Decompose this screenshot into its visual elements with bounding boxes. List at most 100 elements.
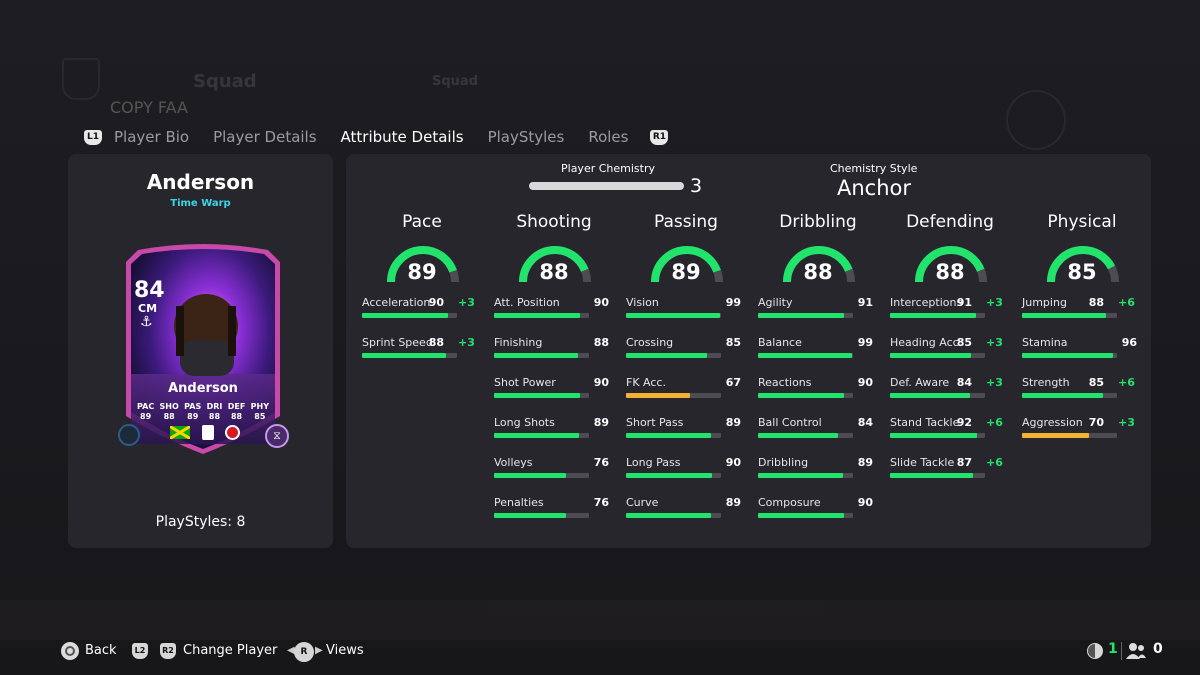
attribute-bar	[890, 433, 985, 438]
category-title: Dribbling	[779, 212, 857, 232]
attribute-value: 87	[956, 456, 972, 469]
attribute-name: Ball Control	[758, 416, 822, 429]
attribute-row: Reactions 90	[758, 376, 878, 400]
attribute-name: Acceleration	[362, 296, 431, 309]
attribute-name: Sprint Speed	[362, 336, 433, 349]
attribute-value: 91	[956, 296, 972, 309]
attribute-name: Volleys	[494, 456, 533, 469]
attribute-row: Heading Acc. 85 +3	[890, 336, 1010, 360]
attribute-bar	[1022, 433, 1117, 438]
attribute-value: 89	[725, 496, 741, 509]
back-button[interactable]: Back	[85, 643, 117, 658]
circle-button-icon[interactable]	[61, 642, 79, 660]
attribute-bar	[890, 473, 985, 478]
attribute-row: Def. Aware 84 +3	[890, 376, 1010, 400]
tab-roles[interactable]: Roles	[588, 128, 628, 146]
l2-button-icon[interactable]: L2	[132, 643, 148, 659]
attribute-value: 88	[1088, 296, 1104, 309]
attribute-name: Stamina	[1022, 336, 1068, 349]
views-button[interactable]: Views	[326, 643, 364, 658]
attribute-name: Crossing	[626, 336, 674, 349]
attribute-name: Interceptions	[890, 296, 963, 309]
attribute-bar-fill	[626, 313, 721, 318]
attribute-value: 89	[593, 416, 609, 429]
attribute-bar	[758, 353, 853, 358]
category-rating: 88	[539, 260, 569, 284]
attribute-row: Finishing 88	[494, 336, 614, 360]
attribute-bar	[494, 313, 589, 318]
attribute-bar	[1022, 393, 1117, 398]
attribute-row: Ball Control 84	[758, 416, 878, 440]
attribute-bar-fill	[626, 473, 712, 478]
attribute-bar-fill	[494, 433, 579, 438]
attribute-value: 89	[857, 456, 873, 469]
tab-playstyles[interactable]: PlayStyles	[488, 128, 565, 146]
attribute-bar	[1022, 353, 1117, 358]
attribute-bar	[626, 393, 721, 398]
l1-button-icon[interactable]: L1	[84, 129, 102, 145]
category-title: Passing	[654, 212, 718, 232]
attribute-value: 85	[725, 336, 741, 349]
attribute-bar-fill	[1022, 393, 1103, 398]
card-stats: PAC 89 SHO 88 PAS 89 DRI 88 DEF 88 PHY 85	[137, 402, 269, 422]
attribute-value: 91	[857, 296, 873, 309]
attribute-name: Slide Tackle	[890, 456, 955, 469]
tab-attribute-details[interactable]: Attribute Details	[341, 128, 464, 146]
attribute-value: 99	[857, 336, 873, 349]
attribute-bar	[758, 433, 853, 438]
attribute-value: 88	[428, 336, 444, 349]
player-chemistry-bar	[529, 182, 684, 190]
divider	[1121, 642, 1122, 660]
card-stat-phy: PHY 85	[250, 402, 269, 421]
player-card: 84 CM ⚓ Anderson PAC 89 SHO 88 PAS 89 DRI 88…	[118, 244, 289, 456]
attribute-bar-fill	[626, 353, 707, 358]
attribute-name: Agility	[758, 296, 793, 309]
attribute-bar-fill	[890, 313, 977, 318]
attribute-bar-fill	[626, 433, 711, 438]
attribute-bar	[890, 353, 985, 358]
attribute-row: Shot Power 90	[494, 376, 614, 400]
category-title: Defending	[906, 212, 994, 232]
attribute-row: Volleys 76	[494, 456, 614, 480]
attribute-name: Curve	[626, 496, 659, 509]
attribute-row: Dribbling 89	[758, 456, 878, 480]
footer-bar: Back L2 R2 Change Player ◀ R ▶ Views 1 0	[0, 640, 1200, 664]
tab-player-bio[interactable]: Player Bio	[114, 128, 189, 146]
category-title: Physical	[1047, 212, 1117, 232]
attribute-bar-fill	[1022, 433, 1089, 438]
change-player-button[interactable]: Change Player	[183, 643, 277, 658]
right-stick-icon[interactable]: R	[294, 642, 314, 662]
attribute-name: Penalties	[494, 496, 544, 509]
attribute-bar	[1022, 313, 1117, 318]
attribute-row: Aggression 70 +3	[1022, 416, 1142, 440]
attribute-bar-fill	[1022, 353, 1114, 358]
card-stat-pas: PAS 89	[184, 402, 202, 421]
attribute-name: Long Pass	[626, 456, 681, 469]
attribute-bar	[758, 473, 853, 478]
attribute-row: Crossing 85	[626, 336, 746, 360]
attribute-row: Sprint Speed 88 +3	[362, 336, 482, 360]
attribute-bar	[626, 353, 721, 358]
attribute-bar-fill	[890, 353, 971, 358]
r2-button-icon[interactable]: R2	[160, 643, 176, 659]
r1-button-icon[interactable]: R1	[650, 129, 669, 145]
attribute-bar	[626, 513, 721, 518]
category-title: Pace	[402, 212, 442, 232]
attribute-value: 76	[593, 456, 609, 469]
tab-player-details[interactable]: Player Details	[213, 128, 316, 146]
attribute-bar-fill	[1022, 313, 1106, 318]
attribute-name: Def. Aware	[890, 376, 950, 389]
attribute-name: Composure	[758, 496, 821, 509]
attribute-row: Long Pass 90	[626, 456, 746, 480]
attribute-value: 76	[593, 496, 609, 509]
attribute-name: Strength	[1022, 376, 1070, 389]
attribute-name: Long Shots	[494, 416, 555, 429]
attribute-bar	[890, 313, 985, 318]
coin-icon	[1087, 643, 1103, 659]
attribute-value: 67	[725, 376, 741, 389]
player-chemistry-label: Player Chemistry	[561, 162, 655, 175]
chemistry-style-label: Chemistry Style	[830, 162, 918, 175]
attribute-name: Aggression	[1022, 416, 1083, 429]
league-badge-icon	[201, 424, 214, 440]
attribute-row: Interceptions 91 +3	[890, 296, 1010, 320]
